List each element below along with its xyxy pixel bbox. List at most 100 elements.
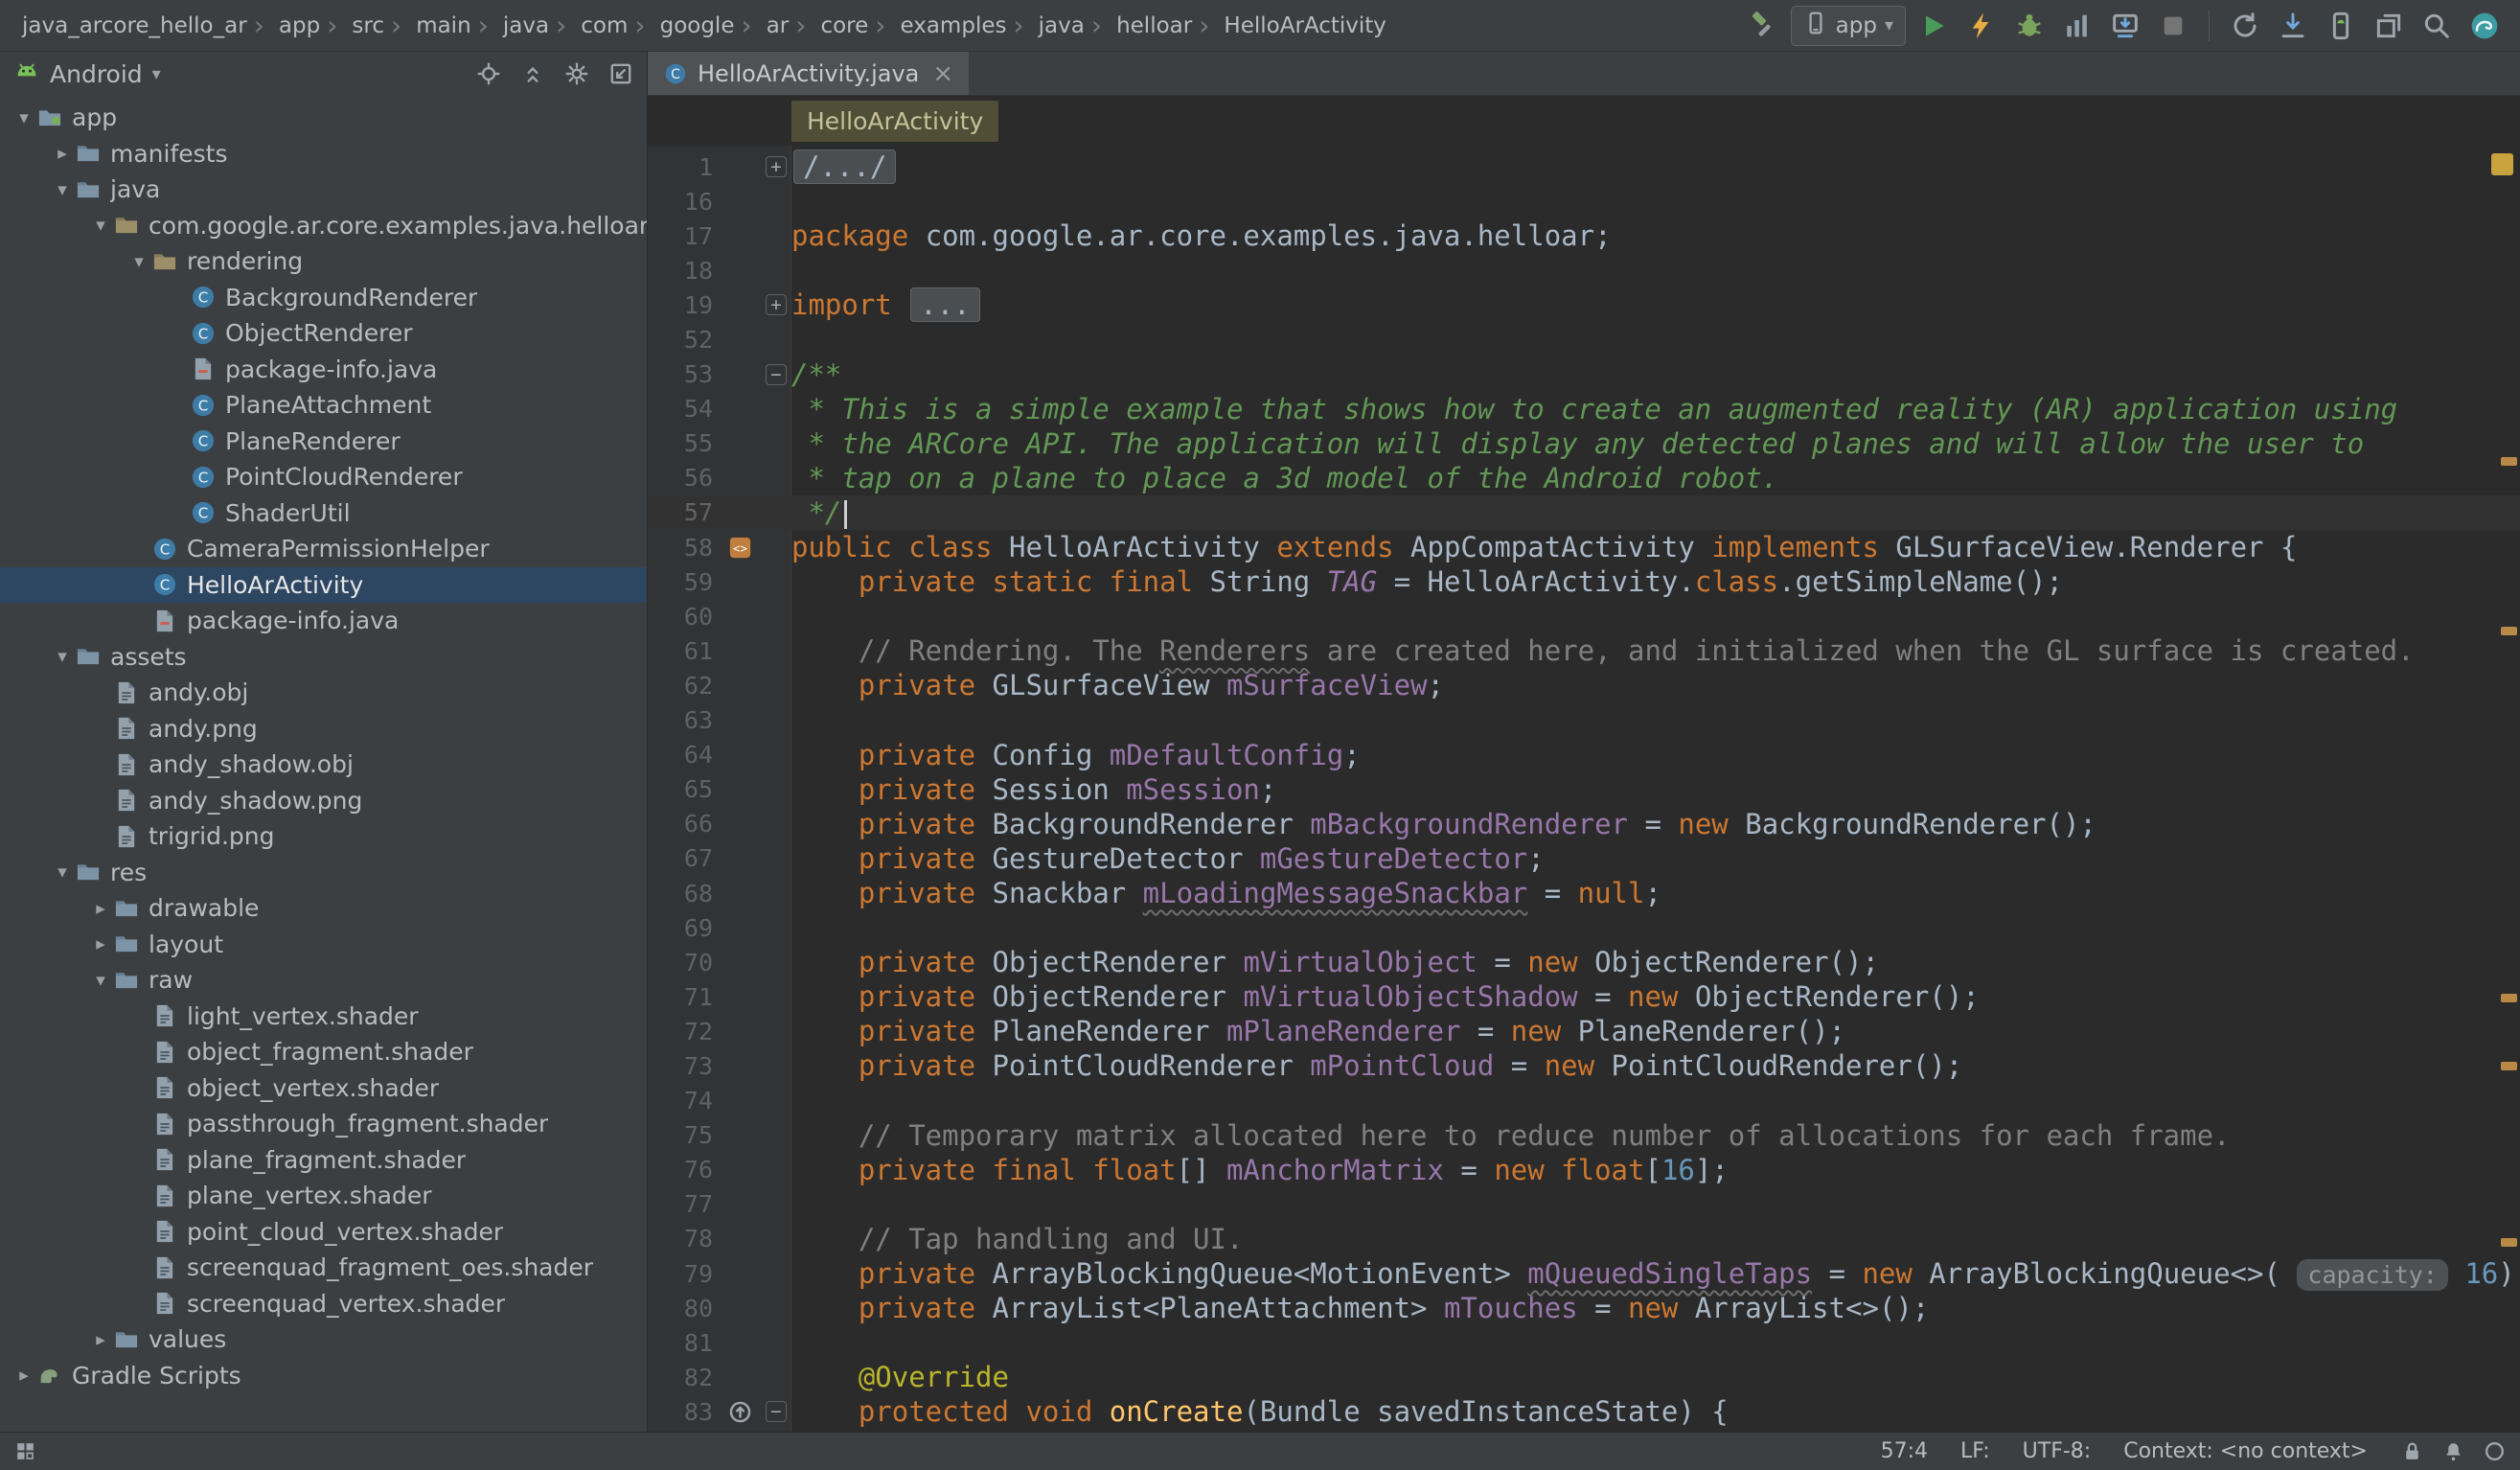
device-file-explorer-icon[interactable]: [2369, 6, 2409, 46]
tree-item-assets[interactable]: ▾assets: [0, 639, 647, 676]
tree-item-point-cloud-vertex-shader[interactable]: point_cloud_vertex.shader: [0, 1214, 647, 1251]
breadcrumb-element[interactable]: HelloArActivity: [791, 101, 998, 142]
line-number[interactable]: 55: [648, 429, 719, 457]
line-number[interactable]: 81: [648, 1329, 719, 1357]
code-line[interactable]: 73 private PointCloudRenderer mPointClou…: [648, 1048, 2520, 1083]
line-number[interactable]: 61: [648, 637, 719, 665]
tree-item-passthrough-fragment-shader[interactable]: passthrough_fragment.shader: [0, 1106, 647, 1142]
line-number[interactable]: 79: [648, 1260, 719, 1288]
code-line[interactable]: 56 * tap on a plane to place a 3d model …: [648, 461, 2520, 495]
tree-item-drawable[interactable]: ▸drawable: [0, 890, 647, 927]
code-line[interactable]: 18: [648, 253, 2520, 287]
code-line[interactable]: 65 private Session mSession;: [648, 772, 2520, 807]
line-number[interactable]: 80: [648, 1295, 719, 1322]
stop-icon[interactable]: [2153, 6, 2193, 46]
chevron-right-icon[interactable]: ▸: [88, 898, 113, 919]
tree-item-object-vertex-shader[interactable]: object_vertex.shader: [0, 1070, 647, 1107]
code-line[interactable]: 52: [648, 322, 2520, 356]
code-line[interactable]: 64 private Config mDefaultConfig;: [648, 738, 2520, 772]
line-number[interactable]: 52: [648, 326, 719, 354]
line-number[interactable]: 63: [648, 706, 719, 734]
tree-item-screenquad-vertex-shader[interactable]: screenquad_vertex.shader: [0, 1286, 647, 1322]
line-separator-indicator[interactable]: LF:: [1960, 1439, 1990, 1463]
code-line[interactable]: 19+import ...: [648, 287, 2520, 322]
line-number[interactable]: 66: [648, 810, 719, 838]
code-line[interactable]: 66 private BackgroundRenderer mBackgroun…: [648, 807, 2520, 841]
tree-item-plane-vertex-shader[interactable]: plane_vertex.shader: [0, 1178, 647, 1214]
line-number[interactable]: 65: [648, 775, 719, 803]
settings-icon[interactable]: [564, 61, 589, 86]
tree-item-res[interactable]: ▾res: [0, 855, 647, 891]
tree-item-andy-shadow-obj[interactable]: andy_shadow.obj: [0, 746, 647, 783]
line-number[interactable]: 53: [648, 360, 719, 388]
highlighting-level-icon[interactable]: [2483, 1439, 2507, 1463]
line-number[interactable]: 82: [648, 1364, 719, 1391]
fold-marker[interactable]: −: [761, 1401, 791, 1422]
code-line[interactable]: 59 private static final String TAG = Hel…: [648, 564, 2520, 599]
code-line[interactable]: 53−/**: [648, 357, 2520, 392]
apply-to-device-icon[interactable]: [2105, 6, 2145, 46]
line-number[interactable]: 19: [648, 291, 719, 319]
breadcrumb-item-examples[interactable]: examples: [887, 13, 1011, 38]
tree-item-pointcloudrenderer[interactable]: CPointCloudRenderer: [0, 459, 647, 495]
code-line[interactable]: 68 private Snackbar mLoadingMessageSnack…: [648, 876, 2520, 910]
code-line[interactable]: 61 // Rendering. The Renderers are creat…: [648, 633, 2520, 668]
chevron-down-icon[interactable]: ▾: [88, 970, 113, 991]
code-line[interactable]: 58<>public class HelloArActivity extends…: [648, 530, 2520, 564]
code-line[interactable]: 55 * the ARCore API. The application wil…: [648, 426, 2520, 461]
breadcrumb-item-com[interactable]: com: [568, 13, 632, 38]
breadcrumb-item-app[interactable]: app: [266, 13, 325, 38]
code-line[interactable]: 81: [648, 1325, 2520, 1360]
line-number[interactable]: 54: [648, 395, 719, 423]
close-icon[interactable]: ×: [932, 59, 953, 88]
tree-item-camerapermissionhelper[interactable]: CCameraPermissionHelper: [0, 531, 647, 567]
inspections-status-icon[interactable]: [2491, 153, 2513, 175]
tab-helloaractivity-java[interactable]: C HelloArActivity.java ×: [648, 52, 969, 95]
tree-item-shaderutil[interactable]: CShaderUtil: [0, 495, 647, 532]
line-number[interactable]: 56: [648, 464, 719, 492]
line-number[interactable]: 71: [648, 983, 719, 1011]
line-number[interactable]: 67: [648, 844, 719, 872]
code-line[interactable]: 71 private ObjectRenderer mVirtualObject…: [648, 979, 2520, 1014]
line-number[interactable]: 75: [648, 1121, 719, 1149]
tree-item-andy-obj[interactable]: andy.obj: [0, 675, 647, 711]
tree-item-object-fragment-shader[interactable]: object_fragment.shader: [0, 1034, 647, 1070]
breadcrumb-item-helloar[interactable]: helloar: [1104, 13, 1197, 38]
tree-item-gradle-scripts[interactable]: ▸Gradle Scripts: [0, 1358, 647, 1394]
fold-marker[interactable]: +: [761, 156, 791, 177]
chevron-down-icon[interactable]: ▾: [126, 251, 151, 272]
search-everywhere-icon[interactable]: [2417, 6, 2457, 46]
code-line[interactable]: 60: [648, 599, 2520, 633]
tree-item-values[interactable]: ▸values: [0, 1321, 647, 1358]
fold-marker[interactable]: −: [761, 364, 791, 385]
line-number[interactable]: 74: [648, 1087, 719, 1114]
tree-item-manifests[interactable]: ▸manifests: [0, 136, 647, 172]
tree-item-objectrenderer[interactable]: CObjectRenderer: [0, 315, 647, 352]
code-editor[interactable]: 1+/.../1617package com.google.ar.core.ex…: [648, 146, 2520, 1432]
code-line[interactable]: 69: [648, 910, 2520, 945]
collapse-all-icon[interactable]: [520, 61, 545, 86]
hide-panel-icon[interactable]: [608, 61, 633, 86]
tree-item-planeattachment[interactable]: CPlaneAttachment: [0, 387, 647, 424]
line-number[interactable]: 76: [648, 1156, 719, 1183]
tree-item-andy-shadow-png[interactable]: andy_shadow.png: [0, 783, 647, 819]
breadcrumb-item-src[interactable]: src: [339, 13, 389, 38]
tree-item-java[interactable]: ▾java: [0, 172, 647, 208]
code-line[interactable]: 17package com.google.ar.core.examples.ja…: [648, 218, 2520, 253]
code-line[interactable]: 62 private GLSurfaceView mSurfaceView;: [648, 668, 2520, 702]
file-encoding-indicator[interactable]: UTF-8:: [2023, 1439, 2092, 1463]
gradle-elephant-icon[interactable]: [2464, 6, 2505, 46]
readonly-lock-icon[interactable]: [2400, 1439, 2424, 1463]
code-line[interactable]: 54 * This is a simple example that shows…: [648, 392, 2520, 426]
breadcrumb-item-java[interactable]: java: [491, 13, 554, 38]
build-hammer-icon[interactable]: [1743, 6, 1783, 46]
line-number[interactable]: 64: [648, 741, 719, 769]
tree-item-andy-png[interactable]: andy.png: [0, 711, 647, 747]
breadcrumb-item-ar[interactable]: ar: [754, 13, 794, 38]
tree-item-light-vertex-shader[interactable]: light_vertex.shader: [0, 999, 647, 1035]
caret-position[interactable]: 57:4: [1881, 1439, 1928, 1463]
chevron-right-icon[interactable]: ▸: [88, 933, 113, 954]
code-line[interactable]: 74: [648, 1084, 2520, 1118]
profile-icon[interactable]: [2057, 6, 2097, 46]
project-view-selector[interactable]: Android: [50, 60, 143, 88]
